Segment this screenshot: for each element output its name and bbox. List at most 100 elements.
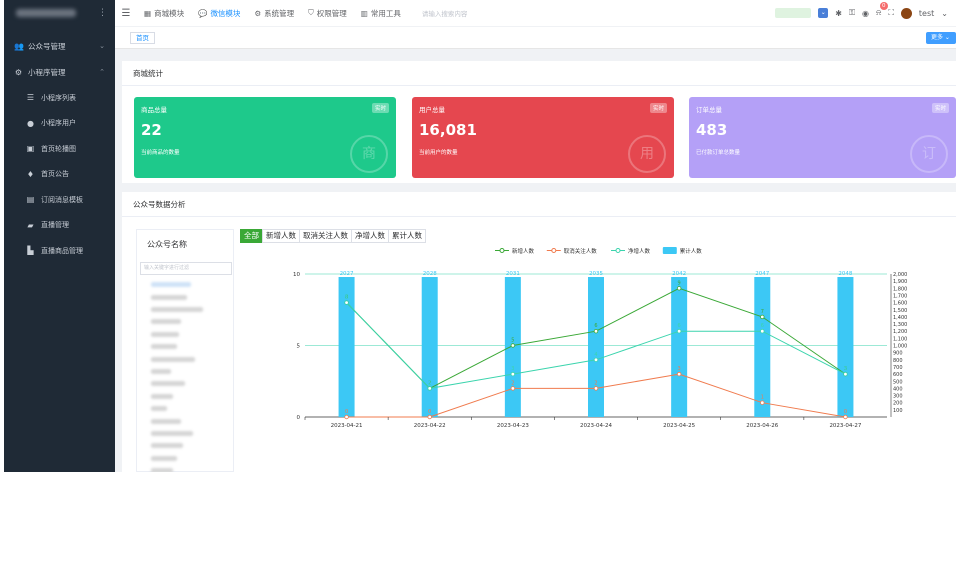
- point-label: 3: [511, 366, 514, 372]
- legend-label: 取消关注人数: [564, 247, 598, 255]
- tab-label: 常用工具: [370, 8, 401, 18]
- notification-bell[interactable]: ⍾ 0: [876, 2, 888, 18]
- y-right-tick-label: 700: [893, 365, 903, 371]
- bell-icon: ⍾: [876, 8, 882, 17]
- list-item[interactable]: [151, 431, 193, 436]
- list-item[interactable]: [151, 419, 181, 424]
- more-button[interactable]: 更多 ⌄: [926, 32, 956, 44]
- list-item[interactable]: [151, 369, 171, 374]
- y-right-tick-label: 1,900: [893, 279, 907, 285]
- y-right-tick-label: 1,300: [893, 322, 907, 328]
- y-left-tick-label: 0: [297, 415, 301, 421]
- sidebar-group-mini-program[interactable]: ⚙ 小程序管理 ⌃: [4, 59, 115, 85]
- stat-subtext: 当前用户的数量: [419, 150, 458, 156]
- point-label: 2: [511, 380, 514, 386]
- list-item[interactable]: [151, 344, 177, 349]
- list-item[interactable]: [151, 406, 167, 411]
- tab-cancel[interactable]: 取消关注人数: [299, 229, 352, 243]
- more-label: 更多: [931, 34, 944, 41]
- bell-icon: ♦: [26, 169, 35, 179]
- tab-total[interactable]: 累计人数: [388, 229, 426, 243]
- bar: [671, 277, 688, 417]
- sidebar-item-subscribe-template[interactable]: ▤ 订阅消息模板: [4, 187, 115, 213]
- store-icon: ▦: [144, 8, 152, 18]
- chevron-down-icon: ⌄: [99, 42, 105, 50]
- list-item[interactable]: [151, 319, 181, 324]
- y-right-tick-label: 2,000: [893, 272, 907, 278]
- color-swatch[interactable]: [775, 8, 812, 18]
- wechat-analysis-card: 公众号数据分析 公众号名称 输入关键字进行过滤 全部 新增人数 取消关注人数 净…: [122, 192, 956, 472]
- data-point: [676, 286, 682, 291]
- list-item[interactable]: [151, 468, 173, 472]
- fullscreen-icon[interactable]: ⛶: [888, 8, 894, 18]
- stat-card-users: 用户总量 实时 16,081 当前用户的数量 用: [412, 97, 674, 178]
- tab-label: 权限管理: [316, 8, 347, 18]
- y-left-tick-label: 5: [297, 344, 301, 350]
- list-item[interactable]: [151, 282, 191, 287]
- theme-dropdown-icon[interactable]: ⌄: [818, 8, 829, 18]
- username[interactable]: test: [919, 9, 934, 18]
- stat-label: 用户总量: [419, 106, 445, 114]
- sidebar-toggle-icon[interactable]: ⋮: [98, 8, 107, 18]
- wechat-icon: 💬: [198, 8, 208, 18]
- sidebar-item-live-goods[interactable]: ▙ 直播商品管理: [4, 238, 115, 264]
- list-item[interactable]: [151, 394, 173, 399]
- bug-icon[interactable]: ✱: [835, 9, 842, 18]
- metric-tabs: 全部 新增人数 取消关注人数 净增人数 累计人数: [240, 229, 426, 243]
- seal-stamp: 订: [910, 135, 948, 173]
- shop-icon: ▙: [27, 246, 34, 256]
- tab-net[interactable]: 净增人数: [351, 229, 389, 243]
- data-point: [676, 328, 682, 334]
- list-item[interactable]: [151, 357, 195, 362]
- chevron-down-icon[interactable]: ⌄: [941, 9, 948, 18]
- realtime-tag: 实时: [371, 103, 389, 113]
- sidebar-item-mini-program-users[interactable]: ● 小程序用户: [4, 111, 115, 137]
- realtime-tag: 实时: [649, 103, 667, 113]
- filter-input[interactable]: 输入关键字进行过滤: [140, 262, 232, 275]
- message-icon: ▤: [26, 195, 35, 205]
- sidebar-group-wechat[interactable]: 👥 公众号管理 ⌄: [4, 33, 115, 59]
- point-label: 0: [345, 409, 348, 415]
- point-label: 2: [428, 380, 431, 386]
- eye-icon[interactable]: ◉: [862, 9, 869, 18]
- list-item[interactable]: [151, 332, 179, 337]
- sidebar-item-mini-program-list[interactable]: ☰ 小程序列表: [4, 85, 115, 111]
- tag-home[interactable]: 首页: [130, 32, 155, 44]
- list-item[interactable]: [151, 307, 203, 312]
- tab-permission[interactable]: ⛉ 权限管理: [301, 0, 354, 26]
- data-point: [344, 300, 349, 305]
- list-item[interactable]: [151, 381, 185, 386]
- point-label: 0: [428, 409, 431, 415]
- list-item[interactable]: [151, 456, 177, 461]
- tab-all[interactable]: 全部: [240, 229, 263, 243]
- menu-icon: ☰: [26, 93, 35, 103]
- tab-tools[interactable]: ▥ 常用工具: [354, 0, 408, 26]
- store-stats-card: 商城统计 商品总量 实时 22 当前商品的数量 商 用户总量 实时 16,081…: [122, 61, 956, 183]
- list-item[interactable]: [151, 443, 183, 448]
- avatar[interactable]: [900, 7, 912, 19]
- seal-stamp: 商: [350, 135, 388, 173]
- tab-label: 商城模块: [154, 8, 185, 18]
- seal-stamp: 用: [628, 135, 666, 173]
- list-item[interactable]: [151, 295, 187, 300]
- point-label: 3: [844, 366, 847, 372]
- tab-wechat[interactable]: 💬 微信模块: [191, 0, 247, 26]
- sidebar-item-banner[interactable]: ▣ 首页轮播图: [4, 136, 115, 162]
- data-point: [843, 371, 848, 377]
- tab-system[interactable]: ⚙ 系统管理: [247, 0, 301, 26]
- tab-new[interactable]: 新增人数: [262, 229, 300, 243]
- stat-card-orders: 订单总量 实时 483 已付款订单总数量 订: [689, 97, 956, 178]
- search-input[interactable]: 请输入搜索内容: [422, 8, 542, 18]
- chevron-up-icon: ⌃: [99, 68, 105, 76]
- tab-store[interactable]: ▦ 商城模块: [137, 0, 191, 26]
- hamburger-icon[interactable]: ☰: [115, 8, 137, 19]
- point-label: 6: [594, 323, 597, 329]
- data-point: [510, 343, 516, 348]
- logo: ⋮: [4, 0, 115, 26]
- data-point: [593, 328, 599, 334]
- sidebar-item-live[interactable]: ▰ 直播管理: [4, 213, 115, 239]
- sidebar-item-notice[interactable]: ♦ 首页公告: [4, 162, 115, 188]
- legend-label: 净增人数: [628, 247, 651, 255]
- lock-icon[interactable]: ⚿: [849, 8, 855, 18]
- sidebar-item-label: 首页公告: [41, 170, 69, 179]
